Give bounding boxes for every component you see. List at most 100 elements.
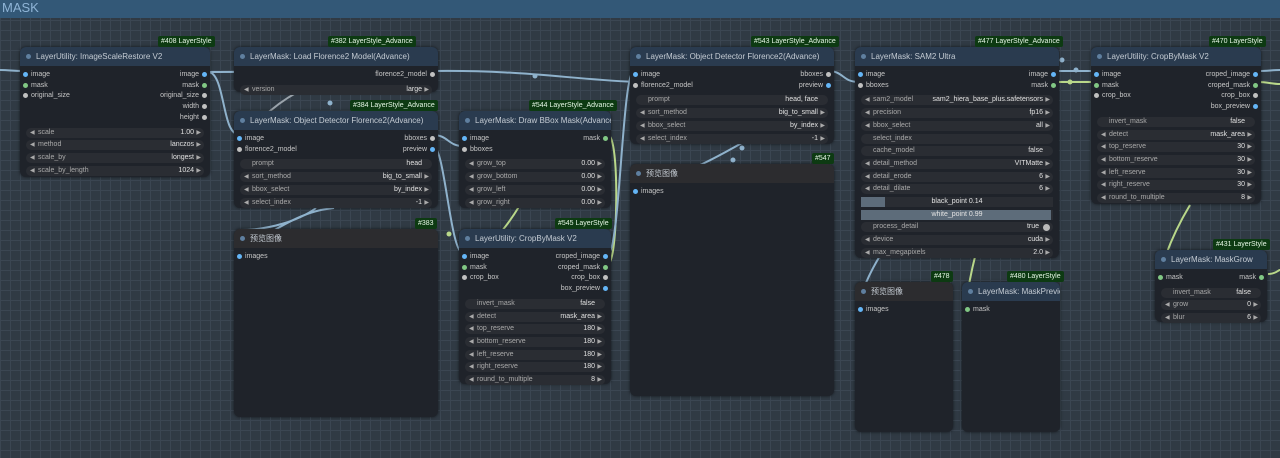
node-n543[interactable]: LayerMask: Object Detector Florence2(Adv… xyxy=(630,47,834,144)
widget-right-reserve[interactable]: ◀ ▶ right_reserve 30 xyxy=(1097,180,1255,191)
increment-arrow-icon[interactable]: ▶ xyxy=(424,172,429,182)
increment-arrow-icon[interactable]: ▶ xyxy=(1247,168,1252,178)
widget-invert-mask[interactable]: invert_mask false xyxy=(1097,116,1255,127)
widget-bbox-select[interactable]: ◀ ▶ bbox_select by_index xyxy=(636,120,828,131)
widget-prompt[interactable]: prompt head, face xyxy=(636,95,828,106)
node-title-bar[interactable]: LayerMask: Load Florence2 Model(Advance) xyxy=(234,47,438,66)
output-slot-croped_image[interactable] xyxy=(603,254,608,259)
input-slot-image[interactable] xyxy=(462,254,467,259)
increment-arrow-icon[interactable]: ▶ xyxy=(597,362,602,372)
node-title-bar[interactable]: LayerMask: Object Detector Florence2(Adv… xyxy=(630,47,834,66)
node-n477[interactable]: LayerMask: SAM2 Ultra image image bboxes mas… xyxy=(855,47,1059,258)
decrement-arrow-icon[interactable]: ◀ xyxy=(1101,193,1106,203)
output-slot-bboxes[interactable] xyxy=(826,72,831,77)
node-title-bar[interactable]: LayerMask: Draw BBox Mask(Advance) xyxy=(459,111,611,130)
node-n383[interactable]: 预览图像 images xyxy=(234,229,438,417)
widget-max-megapixels[interactable]: ◀ ▶ max_megapixels 2.0 xyxy=(861,247,1053,258)
output-slot-mask[interactable] xyxy=(1259,275,1264,280)
widget-detail-erode[interactable]: ◀ ▶ detail_erode 6 xyxy=(861,171,1053,182)
collapse-dot-icon[interactable] xyxy=(465,118,470,123)
increment-arrow-icon[interactable]: ▶ xyxy=(1045,248,1050,258)
collapse-dot-icon[interactable] xyxy=(240,118,245,123)
widget-detect[interactable]: ◀ ▶ detect mask_area xyxy=(465,311,605,322)
widget-select-index[interactable]: ◀ ▶ select_index -1 xyxy=(636,133,828,144)
increment-arrow-icon[interactable]: ▶ xyxy=(196,128,201,138)
decrement-arrow-icon[interactable]: ◀ xyxy=(865,235,870,245)
input-slot-mask[interactable] xyxy=(1094,82,1099,88)
input-slot-mask[interactable] xyxy=(462,264,467,270)
output-slot-image[interactable] xyxy=(1051,72,1056,77)
collapse-dot-icon[interactable] xyxy=(240,54,245,59)
input-slot-image[interactable] xyxy=(858,72,863,77)
output-slot-box_preview[interactable] xyxy=(1253,104,1258,110)
output-slot-mask[interactable] xyxy=(603,136,608,141)
node-n408[interactable]: LayerUtility: ImageScaleRestore V2 image i… xyxy=(20,47,210,177)
decrement-arrow-icon[interactable]: ◀ xyxy=(1101,155,1106,165)
widget-cache-model[interactable]: cache_model false xyxy=(861,146,1053,157)
slider-black-point[interactable]: black_point 0.14 xyxy=(861,197,1053,207)
input-slot-florence2_model[interactable] xyxy=(237,146,242,152)
decrement-arrow-icon[interactable]: ◀ xyxy=(1101,142,1106,152)
decrement-arrow-icon[interactable]: ◀ xyxy=(469,312,474,322)
input-slot-images[interactable] xyxy=(633,189,638,194)
node-title-bar[interactable]: LayerUtility: ImageScaleRestore V2 xyxy=(20,47,210,66)
collapse-dot-icon[interactable] xyxy=(968,289,973,294)
widget-right-reserve[interactable]: ◀ ▶ right_reserve 180 xyxy=(465,362,605,373)
increment-arrow-icon[interactable]: ▶ xyxy=(424,185,429,195)
increment-arrow-icon[interactable]: ▶ xyxy=(1247,142,1252,152)
decrement-arrow-icon[interactable]: ◀ xyxy=(1101,130,1106,140)
increment-arrow-icon[interactable]: ▶ xyxy=(196,153,201,163)
decrement-arrow-icon[interactable]: ◀ xyxy=(865,121,870,131)
collapse-dot-icon[interactable] xyxy=(636,54,641,59)
collapse-dot-icon[interactable] xyxy=(1161,257,1166,262)
decrement-arrow-icon[interactable]: ◀ xyxy=(1101,180,1106,190)
node-title-bar[interactable]: 预览图像 xyxy=(855,282,953,301)
output-slot-preview[interactable] xyxy=(430,146,435,152)
widget-prompt[interactable]: prompt head xyxy=(240,159,432,170)
widget-detail-method[interactable]: ◀ ▶ detail_method VITMatte xyxy=(861,158,1053,169)
decrement-arrow-icon[interactable]: ◀ xyxy=(865,159,870,169)
decrement-arrow-icon[interactable]: ◀ xyxy=(865,248,870,258)
input-slot-image[interactable] xyxy=(1094,72,1099,77)
output-slot-florence2_model[interactable] xyxy=(430,72,435,77)
output-slot-croped_mask[interactable] xyxy=(1253,82,1258,88)
input-slot-bboxes[interactable] xyxy=(858,82,863,88)
widget-top-reserve[interactable]: ◀ ▶ top_reserve 30 xyxy=(1097,142,1255,153)
node-title-bar[interactable]: LayerMask: Object Detector Florence2(Adv… xyxy=(234,111,438,130)
input-slot-image[interactable] xyxy=(237,136,242,141)
node-title-bar[interactable]: LayerMask: MaskGrow xyxy=(1155,250,1267,269)
decrement-arrow-icon[interactable]: ◀ xyxy=(30,166,35,176)
widget-grow-bottom[interactable]: ◀ ▶ grow_bottom 0.00 xyxy=(465,172,605,183)
decrement-arrow-icon[interactable]: ◀ xyxy=(469,172,474,182)
node-title-bar[interactable]: 预览图像 xyxy=(630,164,834,183)
increment-arrow-icon[interactable]: ▶ xyxy=(1045,121,1050,131)
decrement-arrow-icon[interactable]: ◀ xyxy=(469,159,474,169)
decrement-arrow-icon[interactable]: ◀ xyxy=(469,375,474,385)
widget-bbox-select[interactable]: ◀ ▶ bbox_select by_index xyxy=(240,184,432,195)
slider-handle[interactable] xyxy=(861,197,885,207)
widget-scale-by-length[interactable]: ◀ ▶ scale_by_length 1024 xyxy=(26,165,204,176)
widget-detail-dilate[interactable]: ◀ ▶ detail_dilate 6 xyxy=(861,184,1053,195)
input-slot-mask[interactable] xyxy=(1158,275,1163,280)
increment-arrow-icon[interactable]: ▶ xyxy=(597,337,602,347)
widget-grow-top[interactable]: ◀ ▶ grow_top 0.00 xyxy=(465,159,605,170)
decrement-arrow-icon[interactable]: ◀ xyxy=(244,185,249,195)
increment-arrow-icon[interactable]: ▶ xyxy=(820,134,825,144)
decrement-arrow-icon[interactable]: ◀ xyxy=(640,108,645,118)
decrement-arrow-icon[interactable]: ◀ xyxy=(1101,168,1106,178)
input-slot-florence2_model[interactable] xyxy=(633,82,638,88)
increment-arrow-icon[interactable]: ▶ xyxy=(1247,180,1252,190)
increment-arrow-icon[interactable]: ▶ xyxy=(1045,172,1050,182)
output-slot-mask[interactable] xyxy=(202,82,207,88)
input-slot-crop_box[interactable] xyxy=(1094,93,1099,99)
widget-invert-mask[interactable]: invert_mask false xyxy=(465,298,605,309)
node-canvas[interactable]: MASK LayerUtility: ImageScaleRestore V2 … xyxy=(0,0,1280,458)
increment-arrow-icon[interactable]: ▶ xyxy=(597,324,602,334)
increment-arrow-icon[interactable]: ▶ xyxy=(424,198,429,208)
increment-arrow-icon[interactable]: ▶ xyxy=(597,350,602,360)
collapse-dot-icon[interactable] xyxy=(1097,54,1102,59)
output-slot-bboxes[interactable] xyxy=(430,136,435,141)
increment-arrow-icon[interactable]: ▶ xyxy=(1045,108,1050,118)
widget-bottom-reserve[interactable]: ◀ ▶ bottom_reserve 180 xyxy=(465,336,605,347)
increment-arrow-icon[interactable]: ▶ xyxy=(1247,155,1252,165)
